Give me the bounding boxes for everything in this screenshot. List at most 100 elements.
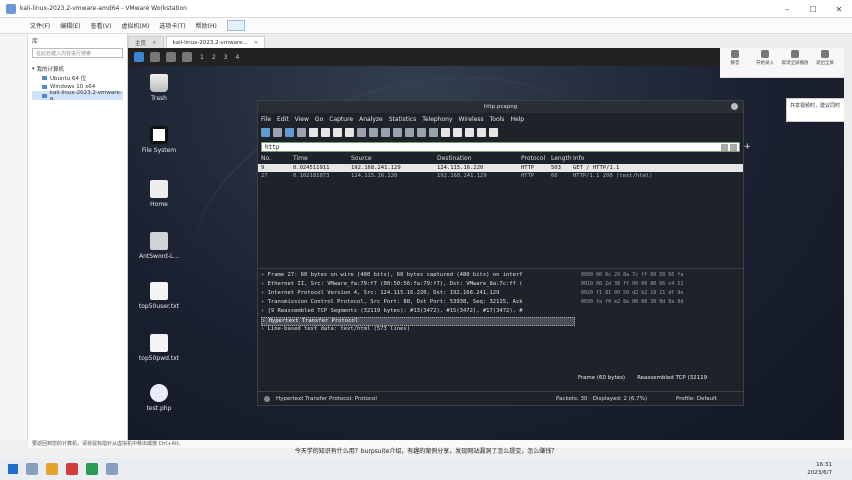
search-icon[interactable] — [26, 463, 38, 475]
last-packet-icon[interactable] — [417, 127, 426, 137]
detail-ip[interactable]: › Internet Protocol Version 4, Src: 124.… — [261, 290, 575, 299]
column-info[interactable]: Info — [573, 155, 723, 164]
desktop-icon-test-php[interactable]: test.php — [128, 384, 190, 412]
desktop-icon-trash[interactable]: Trash — [128, 74, 190, 102]
restart-capture-icon[interactable] — [285, 127, 294, 137]
forward-arrow-icon[interactable] — [381, 127, 390, 137]
column-time[interactable]: Time — [293, 155, 351, 164]
back-arrow-icon[interactable] — [369, 127, 378, 137]
menu-capture[interactable]: Capture — [329, 116, 353, 123]
detail-frame[interactable]: › Frame 27: 60 bytes on wire (480 bits),… — [261, 272, 575, 281]
add-filter-button[interactable]: + — [743, 142, 751, 152]
terminal-icon[interactable] — [166, 52, 176, 62]
menu-tools[interactable]: Tools — [490, 116, 505, 123]
menu-wireless[interactable]: Wireless — [459, 116, 484, 123]
open-file-icon[interactable] — [309, 127, 318, 137]
detail-reassembled[interactable]: › [9 Reassembled TCP Segments (32119 byt… — [261, 308, 575, 317]
windows-start-icon[interactable] — [8, 464, 18, 474]
colorize-icon[interactable] — [441, 127, 450, 137]
menu-vm[interactable]: 虚拟机(M) — [121, 21, 149, 30]
display-filter-input[interactable] — [262, 143, 662, 151]
status-profile[interactable]: Profile: Default — [676, 396, 717, 402]
cancel-fullscreen-button[interactable]: 取消全屏播放 — [780, 50, 810, 66]
menu-view[interactable]: View — [295, 116, 309, 123]
browser-icon[interactable] — [182, 52, 192, 62]
apply-filter-icon[interactable] — [730, 144, 737, 151]
file-explorer-icon[interactable] — [46, 463, 58, 475]
column-no[interactable]: No. — [261, 155, 293, 164]
exit-fullscreen-button[interactable]: 退出全屏 — [810, 50, 840, 66]
close-button[interactable]: ✕ — [826, 0, 852, 18]
file-manager-icon[interactable] — [150, 52, 160, 62]
menu-file[interactable]: 文件(F) — [30, 21, 50, 30]
normal-size-icon[interactable] — [477, 127, 486, 137]
detail-text-data[interactable]: › Line-based text data: text/html (573 l… — [261, 326, 575, 335]
library-search-input[interactable]: 在此处键入内容进行搜索 — [32, 48, 123, 58]
reload-icon[interactable] — [345, 127, 354, 137]
tab-reassembled-tcp[interactable]: Reassembled TCP (32119 — [637, 375, 707, 381]
mute-button[interactable]: 静音 — [720, 50, 750, 66]
options-gear-icon[interactable] — [297, 127, 306, 137]
column-destination[interactable]: Destination — [437, 155, 521, 164]
zoom-out-icon[interactable] — [465, 127, 474, 137]
resize-columns-icon[interactable] — [489, 127, 498, 137]
menu-edit[interactable]: 编辑(E) — [60, 21, 80, 30]
first-packet-icon[interactable] — [405, 127, 414, 137]
menu-tabs[interactable]: 选项卡(T) — [159, 21, 185, 30]
zoom-in-icon[interactable] — [453, 127, 462, 137]
workspace-2[interactable]: 2 — [212, 54, 216, 61]
column-source[interactable]: Source — [351, 155, 437, 164]
menu-view[interactable]: 查看(V) — [91, 21, 112, 30]
record-button[interactable]: 开始录入 — [750, 50, 780, 66]
workspace-3[interactable]: 3 — [224, 54, 228, 61]
tab-frame-bytes[interactable]: Frame (60 bytes) — [578, 375, 625, 381]
menu-help[interactable]: 帮助(H) — [196, 21, 217, 30]
expert-info-icon[interactable] — [264, 395, 270, 402]
close-icon[interactable]: × — [152, 40, 157, 46]
menu-telephony[interactable]: Telephony — [422, 116, 452, 123]
packet-row[interactable]: 9 0.024511911 192.168.241.129 124.115.16… — [258, 164, 743, 172]
menu-statistics[interactable]: Statistics — [389, 116, 416, 123]
detail-http[interactable]: › Hypertext Transfer Protocol — [261, 317, 575, 326]
desktop-icon-home[interactable]: Home — [128, 180, 190, 208]
autoscroll-icon[interactable] — [429, 127, 438, 137]
tree-vm-kali[interactable]: kali-linux-2023.2-vmware-a — [32, 90, 123, 102]
desktop-icon-antsword[interactable]: AntSword-L... — [128, 232, 190, 260]
go-to-packet-icon[interactable] — [393, 127, 402, 137]
tree-vm-ubuntu[interactable]: Ubuntu 64 位 — [32, 73, 123, 82]
power-on-button[interactable] — [226, 20, 245, 31]
desktop-icon-top50pwd[interactable]: top50pwd.txt — [128, 334, 190, 362]
detail-ethernet[interactable]: › Ethernet II, Src: VMware_fa:79:f7 (00:… — [261, 281, 575, 290]
close-icon[interactable] — [731, 103, 738, 110]
menu-help[interactable]: Help — [510, 116, 524, 123]
video-app-icon[interactable] — [66, 463, 78, 475]
workspace-4[interactable]: 4 — [235, 54, 239, 61]
menu-analyze[interactable]: Analyze — [359, 116, 383, 123]
save-file-icon[interactable] — [321, 127, 330, 137]
close-file-icon[interactable] — [333, 127, 342, 137]
tab-home[interactable]: 主页 × — [128, 36, 164, 48]
maximize-button[interactable]: ☐ — [800, 0, 826, 18]
menu-file[interactable]: File — [261, 116, 271, 123]
packet-row[interactable]: 27 0.102181073 124.115.16.220 192.168.24… — [258, 172, 743, 180]
start-capture-icon[interactable] — [261, 127, 270, 137]
workspace-1[interactable]: 1 — [200, 54, 204, 61]
desktop-icon-top50user[interactable]: top50user.txt — [128, 282, 190, 310]
vmware-taskbar-icon[interactable] — [106, 463, 118, 475]
chat-app-icon[interactable] — [86, 463, 98, 475]
menu-go[interactable]: Go — [315, 116, 323, 123]
menu-edit[interactable]: Edit — [277, 116, 289, 123]
system-clock[interactable]: 16:31 2023/6/7 — [807, 461, 832, 477]
detail-tcp[interactable]: › Transmission Control Protocol, Src Por… — [261, 299, 575, 308]
find-icon[interactable] — [357, 127, 366, 137]
vertical-scrollbar[interactable] — [844, 48, 852, 440]
desktop-icon-file-system[interactable]: File System — [128, 126, 190, 154]
tree-my-computer[interactable]: 我的计算机 — [32, 64, 123, 73]
clear-filter-icon[interactable] — [721, 144, 728, 151]
kali-menu-icon[interactable] — [134, 52, 144, 62]
tab-kali[interactable]: kali-linux-2023.2-vmware... × — [165, 36, 266, 48]
stop-capture-icon[interactable] — [273, 127, 282, 137]
column-length[interactable]: Length — [551, 155, 573, 164]
column-protocol[interactable]: Protocol — [521, 155, 551, 164]
close-icon[interactable]: × — [254, 40, 259, 46]
